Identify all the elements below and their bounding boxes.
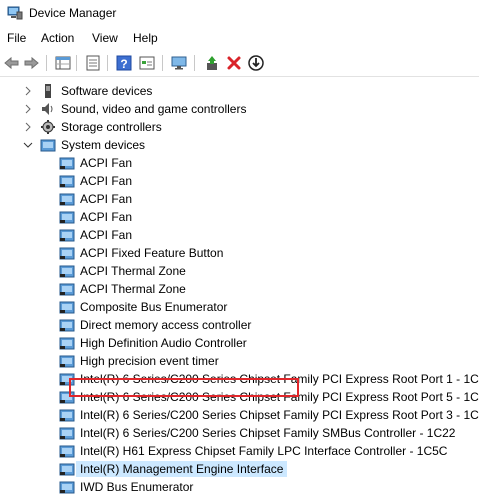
tree-item-device[interactable]: Intel(R) 6 Series/C200 Series Chipset Fa…: [0, 406, 479, 424]
chevron-right-icon[interactable]: [23, 121, 33, 132]
tree-item-device[interactable]: ACPI Fan: [0, 172, 479, 190]
system-device-folder-icon: [40, 137, 56, 153]
software-device-icon: [40, 83, 56, 99]
tree-item-label: ACPI Fan: [80, 156, 133, 170]
system-device-icon: [59, 479, 75, 495]
view-grid-icon[interactable]: [138, 54, 156, 72]
tree-item-device[interactable]: Intel(R) 6 Series/C200 Series Chipset Fa…: [0, 424, 479, 442]
chevron-down-icon[interactable]: [23, 139, 33, 149]
back-arrow-icon[interactable]: [3, 54, 21, 72]
tree-item-label: ACPI Fixed Feature Button: [80, 246, 224, 260]
menu-view[interactable]: View: [92, 31, 118, 45]
system-device-icon: [59, 425, 75, 441]
system-device-icon: [59, 191, 75, 207]
system-device-icon: [59, 173, 75, 189]
properties-sheet-icon[interactable]: [84, 54, 102, 72]
toolbar-separator: [162, 55, 163, 71]
tree-category-label: System devices: [61, 138, 146, 152]
tree-category-software-devices[interactable]: Software devices: [0, 82, 479, 100]
menu-file[interactable]: File: [7, 31, 26, 45]
system-device-icon: [59, 317, 75, 333]
tree-item-label: Intel(R) Management Engine Interface: [76, 461, 288, 477]
uninstall-x-icon[interactable]: [225, 54, 243, 72]
storage-controller-icon: [40, 119, 56, 135]
system-device-icon: [59, 407, 75, 423]
toolbar: ?: [0, 50, 479, 77]
selection-highlight-box: [69, 378, 299, 397]
system-device-icon: [59, 245, 75, 261]
scan-hardware-icon[interactable]: [247, 54, 265, 72]
system-device-icon: [59, 299, 75, 315]
tree-item-device[interactable]: ACPI Fan: [0, 208, 479, 226]
tree-category-storage-controllers[interactable]: Storage controllers: [0, 118, 479, 136]
monitor-icon[interactable]: [170, 54, 188, 72]
tree-item-label: Composite Bus Enumerator: [80, 300, 228, 314]
tree-item-device[interactable]: High precision event timer: [0, 352, 479, 370]
help-icon[interactable]: ?: [115, 54, 133, 72]
tree-item-label: ACPI Fan: [80, 174, 133, 188]
tree-item-label: Intel(R) 6 Series/C200 Series Chipset Fa…: [80, 408, 479, 422]
menu-bar: File Action View Help: [0, 28, 479, 50]
device-tree: Software devices Sound, video and game c…: [0, 80, 479, 499]
system-device-icon: [59, 461, 75, 477]
system-device-icon: [59, 443, 75, 459]
tree-item-device[interactable]: ACPI Fixed Feature Button: [0, 244, 479, 262]
tree-category-label: Software devices: [61, 84, 153, 98]
tree-item-device[interactable]: ACPI Fan: [0, 226, 479, 244]
toolbar-separator: [46, 55, 47, 71]
tree-item-device[interactable]: IWD Bus Enumerator: [0, 478, 479, 496]
chevron-right-icon[interactable]: [23, 103, 33, 114]
properties-grid-icon[interactable]: [54, 54, 72, 72]
system-device-icon: [59, 281, 75, 297]
tree-item-device[interactable]: ACPI Thermal Zone: [0, 280, 479, 298]
tree-item-label: ACPI Fan: [80, 192, 133, 206]
tree-item-device[interactable]: ACPI Fan: [0, 190, 479, 208]
tree-item-label: ACPI Fan: [80, 210, 133, 224]
toolbar-separator: [107, 55, 108, 71]
tree-item-label: IWD Bus Enumerator: [80, 480, 194, 494]
system-device-icon: [59, 209, 75, 225]
tree-item-label: ACPI Thermal Zone: [80, 264, 186, 278]
toolbar-separator: [194, 55, 195, 71]
system-device-icon: [59, 335, 75, 351]
tree-item-label: Intel(R) H61 Express Chipset Family LPC …: [80, 444, 448, 458]
system-device-icon: [59, 263, 75, 279]
toolbar-separator: [76, 55, 77, 71]
menu-action[interactable]: Action: [41, 31, 74, 45]
tree-item-label: ACPI Fan: [80, 228, 133, 242]
tree-item-label: Intel(R) 6 Series/C200 Series Chipset Fa…: [80, 426, 456, 440]
chevron-right-icon[interactable]: [23, 85, 33, 96]
system-device-icon: [59, 353, 75, 369]
tree-item-device[interactable]: Composite Bus Enumerator: [0, 298, 479, 316]
tree-item-label: Direct memory access controller: [80, 318, 252, 332]
system-device-icon: [59, 155, 75, 171]
tree-category-system-devices[interactable]: System devices: [0, 136, 479, 154]
title-bar: Device Manager: [0, 0, 479, 28]
svg-text:?: ?: [120, 57, 127, 71]
tree-item-label: ACPI Thermal Zone: [80, 282, 186, 296]
system-device-icon: [59, 227, 75, 243]
tree-category-label: Storage controllers: [61, 120, 162, 134]
tree-category-sound-video-game[interactable]: Sound, video and game controllers: [0, 100, 479, 118]
update-driver-icon[interactable]: [204, 54, 222, 72]
tree-category-label: Sound, video and game controllers: [61, 102, 247, 116]
window-title: Device Manager: [29, 6, 117, 20]
tree-item-selected[interactable]: Intel(R) Management Engine Interface: [0, 460, 479, 478]
tree-item-device[interactable]: Direct memory access controller: [0, 316, 479, 334]
tree-item-device[interactable]: ACPI Fan: [0, 154, 479, 172]
device-manager-icon: [7, 6, 23, 20]
forward-arrow-icon[interactable]: [22, 54, 40, 72]
speaker-icon: [40, 101, 56, 117]
tree-item-device[interactable]: ACPI Thermal Zone: [0, 262, 479, 280]
tree-item-device[interactable]: High Definition Audio Controller: [0, 334, 479, 352]
tree-item-label: High precision event timer: [80, 354, 219, 368]
menu-help[interactable]: Help: [133, 31, 158, 45]
tree-item-label: High Definition Audio Controller: [80, 336, 247, 350]
tree-item-device[interactable]: Intel(R) H61 Express Chipset Family LPC …: [0, 442, 479, 460]
